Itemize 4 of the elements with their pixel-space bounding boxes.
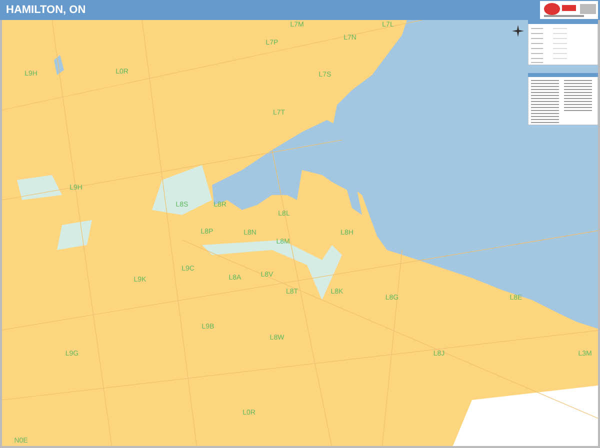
postal-code-table (528, 73, 598, 125)
logo-drawing (540, 1, 598, 19)
map-title: HAMILTON, ON (6, 4, 86, 16)
compass-icon (512, 25, 524, 37)
